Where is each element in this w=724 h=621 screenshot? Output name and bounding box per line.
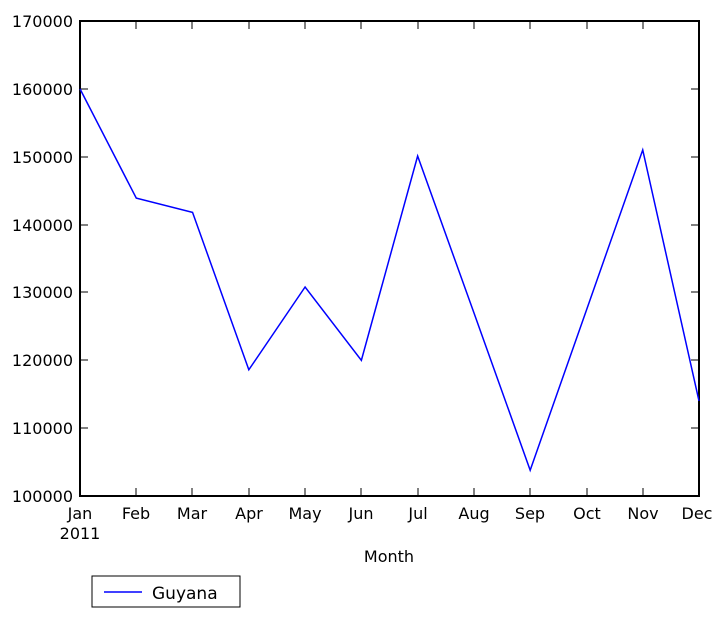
chart-figure: 100000 110000 120000 130000 140000 15000… [0, 0, 724, 621]
x-tick-label: Jan [67, 504, 93, 523]
x-tick-label: Feb [122, 504, 150, 523]
x-tick-labels: Jan Feb Mar Apr May Jun Jul Aug Sep Oct … [60, 504, 713, 543]
y-tick-label: 110000 [12, 419, 73, 438]
y-tick-label: 160000 [12, 80, 73, 99]
x-tick-label: Dec [682, 504, 713, 523]
y-tick-label: 150000 [12, 148, 73, 167]
x-tick-label: Mar [177, 504, 208, 523]
x-tick-label: Aug [458, 504, 489, 523]
y-tick-label: 100000 [12, 487, 73, 506]
legend[interactable]: Guyana [91, 575, 241, 608]
x-axis-title: Month [364, 547, 414, 566]
x-tick-label: Jul [407, 504, 427, 523]
y-tick-label: 120000 [12, 351, 73, 370]
y-tick-labels: 100000 110000 120000 130000 140000 15000… [12, 12, 73, 506]
y-tick-label: 130000 [12, 283, 73, 302]
legend-label-guyana: Guyana [152, 584, 218, 604]
x-axis-year-label: 2011 [60, 524, 101, 543]
line-chart-canvas: 100000 110000 120000 130000 140000 15000… [12, 12, 713, 608]
x-tick-label: Nov [627, 504, 658, 523]
y-tick-label: 140000 [12, 216, 73, 235]
x-tick-label: Jun [348, 504, 374, 523]
x-tick-label: Apr [235, 504, 263, 523]
x-tick-label: May [288, 504, 321, 523]
x-tick-label: Sep [515, 504, 545, 523]
x-tick-label: Oct [573, 504, 601, 523]
y-tick-label: 170000 [12, 12, 73, 31]
